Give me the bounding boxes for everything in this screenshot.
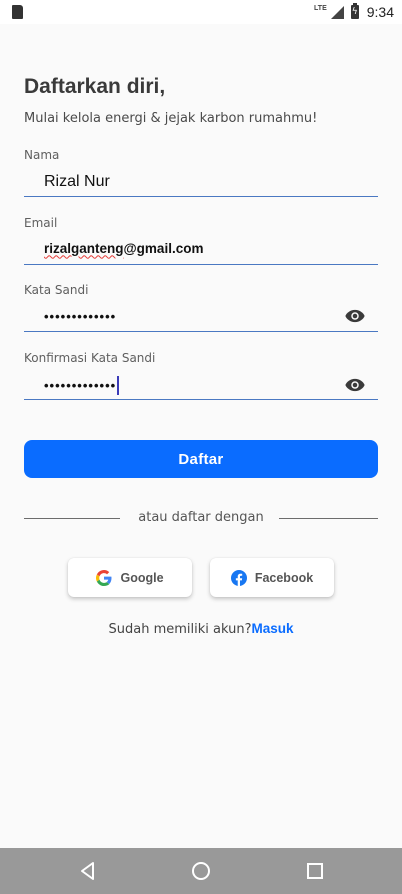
email-field-underline xyxy=(24,264,378,265)
email-field-label: Email xyxy=(24,216,58,230)
name-input[interactable]: Rizal Nur xyxy=(44,170,338,194)
google-icon xyxy=(96,569,112,586)
email-spellcheck-segment: rizalganteng xyxy=(44,240,124,256)
eye-icon[interactable] xyxy=(344,378,366,392)
name-field-group: Nama Rizal Nur xyxy=(24,148,378,198)
battery-charging-icon: ϟ xyxy=(350,3,359,19)
page-title: Daftarkan diri, xyxy=(24,75,166,98)
clock-time: 9:34 xyxy=(366,4,394,20)
name-field-underline xyxy=(24,196,378,197)
email-field-group: Email rizalganteng @gmail.com xyxy=(24,216,378,266)
page-subtitle: Mulai kelola energi & jejak karbon rumah… xyxy=(24,111,318,126)
password-field-label: Kata Sandi xyxy=(24,283,89,297)
system-navigation-bar xyxy=(0,848,402,894)
sim-card-icon xyxy=(12,5,23,19)
google-signup-button[interactable]: Google xyxy=(68,558,192,597)
confirm-password-input[interactable]: ••••••••••••• xyxy=(44,373,338,397)
eye-icon[interactable] xyxy=(344,309,366,323)
status-bar: LTE ϟ 9:34 xyxy=(0,0,402,24)
confirm-password-field-underline xyxy=(24,399,378,400)
google-button-label: Google xyxy=(120,570,164,585)
status-bar-right: LTE ϟ 9:34 xyxy=(314,3,394,21)
facebook-icon xyxy=(230,569,247,586)
divider-right xyxy=(279,518,378,519)
login-prompt-text: Sudah memiliki akun? xyxy=(108,622,252,637)
facebook-button-label: Facebook xyxy=(254,570,314,585)
login-link[interactable]: Masuk xyxy=(251,621,293,636)
back-icon[interactable] xyxy=(78,861,98,881)
password-field-underline xyxy=(24,331,378,332)
password-input-value: ••••••••••••• xyxy=(44,308,117,324)
name-field-label: Nama xyxy=(24,148,60,162)
home-icon[interactable] xyxy=(191,861,211,881)
recents-icon[interactable] xyxy=(305,861,325,881)
login-prompt: Sudah memiliki akun?Masuk xyxy=(0,621,402,637)
text-cursor xyxy=(117,375,120,395)
password-field-group: Kata Sandi ••••••••••••• xyxy=(24,283,378,333)
name-input-value: Rizal Nur xyxy=(44,173,110,190)
password-input[interactable]: ••••••••••••• xyxy=(44,304,338,328)
email-input[interactable]: rizalganteng @gmail.com xyxy=(44,236,338,260)
register-button[interactable]: Daftar xyxy=(24,440,378,478)
network-type-label: LTE xyxy=(314,4,327,12)
facebook-signup-button[interactable]: Facebook xyxy=(210,558,334,597)
confirm-password-input-value: ••••••••••••• xyxy=(44,377,117,393)
confirm-password-field-label: Konfirmasi Kata Sandi xyxy=(24,351,156,365)
confirm-password-field-group: Konfirmasi Kata Sandi ••••••••••••• xyxy=(24,351,378,401)
email-domain-segment: @gmail.com xyxy=(123,240,204,256)
signal-icon xyxy=(330,5,344,19)
